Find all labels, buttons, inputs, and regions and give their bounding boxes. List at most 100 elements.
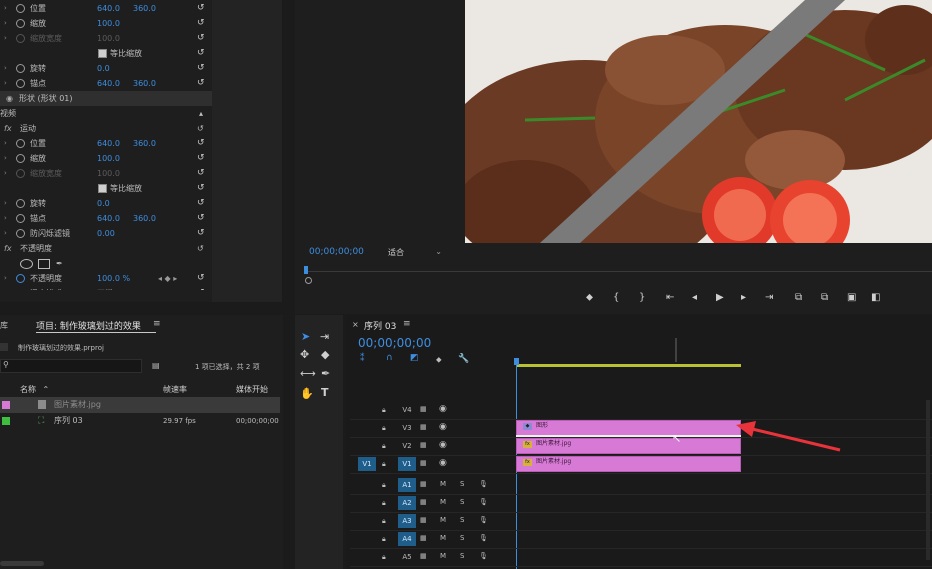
effect-property-row[interactable]: › 缩放 100.0 ↺ <box>0 151 212 166</box>
chevron-right-icon[interactable]: › <box>4 76 7 91</box>
track-name[interactable]: V4 <box>398 403 416 417</box>
sync-lock-icon[interactable]: ▦ <box>420 480 427 488</box>
property-value-2[interactable]: 360.0 <box>133 211 156 226</box>
sync-lock-icon[interactable]: ▦ <box>420 498 427 506</box>
column-name[interactable]: 名称 ⌃ <box>20 384 49 395</box>
pen-mask-icon[interactable]: ✒ <box>56 256 63 271</box>
checkbox-icon[interactable] <box>98 184 107 193</box>
project-item-image[interactable]: 图片素材.jpg <box>0 397 280 413</box>
mute-button[interactable]: M <box>440 552 446 560</box>
mute-button[interactable]: M <box>440 516 446 524</box>
chevron-right-icon[interactable]: › <box>4 16 7 31</box>
step-forward-icon[interactable]: ▸ <box>741 292 746 303</box>
close-icon[interactable]: × <box>352 320 359 329</box>
chevron-up-icon[interactable]: ▴ <box>199 106 203 121</box>
reset-icon[interactable]: ↺ <box>197 181 205 196</box>
lock-icon[interactable]: 🔒︎ <box>382 535 386 544</box>
track-a4[interactable]: 🔒︎ A4 ▦ M S 🎙︎ <box>350 531 932 549</box>
property-value-2[interactable]: 360.0 <box>133 1 156 16</box>
linked-selection-icon[interactable]: ◩ <box>410 353 419 363</box>
clip-image-v1[interactable]: fx 图片素材.jpg <box>516 456 741 472</box>
stopwatch-icon[interactable] <box>16 19 25 28</box>
chevron-right-icon[interactable]: › <box>4 166 7 181</box>
fx-icon[interactable]: fx <box>4 121 12 136</box>
track-name[interactable]: A3 <box>398 514 416 528</box>
shape-layer-row[interactable]: ◉ 形状 (形状 01) <box>0 91 212 106</box>
tab-sequence[interactable]: 序列 03 <box>364 319 396 332</box>
program-time-ruler[interactable] <box>305 271 932 272</box>
stopwatch-icon[interactable] <box>16 274 25 283</box>
motion-effect-row[interactable]: fx 运动 ↺ <box>0 121 212 136</box>
ellipse-mask-icon[interactable] <box>20 259 33 269</box>
stopwatch-icon[interactable] <box>16 169 25 178</box>
mute-button[interactable]: M <box>440 498 446 506</box>
column-media-start[interactable]: 媒体开始 <box>236 384 268 395</box>
track-name[interactable]: A5 <box>398 550 416 564</box>
reset-icon[interactable]: ↺ <box>197 76 205 91</box>
stopwatch-icon[interactable] <box>16 4 25 13</box>
chevron-right-icon[interactable]: › <box>4 271 7 286</box>
rectangle-mask-icon[interactable] <box>38 259 50 269</box>
effect-property-row[interactable]: › 位置 640.0 360.0 ↺ <box>0 136 212 151</box>
effect-property-row[interactable]: › 锚点 640.0 360.0 ↺ <box>0 76 212 91</box>
timeline-vscroll[interactable] <box>926 400 930 560</box>
track-name[interactable]: A4 <box>398 532 416 546</box>
go-to-in-icon[interactable]: ⇤ <box>666 292 674 303</box>
property-value-1[interactable]: 100.0 <box>97 16 120 31</box>
reset-icon[interactable]: ↺ <box>197 151 205 166</box>
play-icon[interactable]: ▶ <box>716 292 724 303</box>
effect-property-row[interactable]: › 缩放 100.0 ↺ <box>0 16 212 31</box>
solo-button[interactable]: S <box>460 498 464 506</box>
property-value-1[interactable]: 100.0 <box>97 151 120 166</box>
reset-icon[interactable]: ↺ <box>197 61 205 76</box>
microphone-icon[interactable]: 🎙︎ <box>479 498 488 506</box>
solo-button[interactable]: S <box>460 480 464 488</box>
reset-icon[interactable]: ↺ <box>197 31 205 46</box>
property-value-1[interactable]: 100.0 <box>97 166 120 181</box>
add-marker-icon[interactable]: ⬥ <box>436 355 442 365</box>
lock-icon[interactable]: 🔒︎ <box>382 481 386 490</box>
mute-button[interactable]: M <box>440 534 446 542</box>
reset-icon[interactable]: ↺ <box>197 136 205 151</box>
track-a2[interactable]: 🔒︎ A2 ▦ M S 🎙︎ <box>350 495 932 513</box>
hand-tool-icon[interactable]: ✋ <box>300 387 314 400</box>
eye-icon[interactable]: ◉ <box>439 440 447 450</box>
reset-icon[interactable]: ↺ <box>197 16 205 31</box>
column-fps[interactable]: 帧速率 <box>163 384 187 395</box>
track-name[interactable]: V2 <box>398 439 416 453</box>
effect-property-row[interactable]: › 旋转 0.0 ↺ <box>0 61 212 76</box>
microphone-icon[interactable]: 🎙︎ <box>479 480 488 488</box>
chevron-right-icon[interactable]: › <box>4 136 7 151</box>
chevron-right-icon[interactable]: › <box>4 61 7 76</box>
go-to-out-icon[interactable]: ⇥ <box>765 292 773 303</box>
sync-lock-icon[interactable]: ▦ <box>420 459 427 467</box>
reset-icon[interactable]: ↺ <box>197 196 205 211</box>
property-value-1[interactable]: 0.0 <box>97 196 110 211</box>
uniform-scale-checkbox[interactable]: 等比缩放 <box>98 46 142 61</box>
eye-icon[interactable]: ◉ <box>439 458 447 468</box>
microphone-icon[interactable]: 🎙︎ <box>479 552 488 560</box>
checkbox-icon[interactable] <box>98 49 107 58</box>
work-area-bar[interactable] <box>516 364 741 367</box>
effect-property-row[interactable]: › 缩放宽度 100.0 ↺ <box>0 166 212 181</box>
property-value-1[interactable]: 640.0 <box>97 1 120 16</box>
effect-property-row[interactable]: › 旋转 0.0 ↺ <box>0 196 212 211</box>
slip-tool-icon[interactable]: ⟷ <box>300 367 316 380</box>
chevron-right-icon[interactable]: › <box>4 31 7 46</box>
wrench-icon[interactable]: 🔧 <box>458 354 469 364</box>
pen-tool-icon[interactable]: ✒ <box>321 367 330 380</box>
marker-icon[interactable]: ⬥ <box>586 292 593 303</box>
track-select-tool-icon[interactable]: ⇥ <box>320 330 329 343</box>
lift-icon[interactable]: ⧉ <box>795 292 802 303</box>
solo-button[interactable]: S <box>460 516 464 524</box>
lock-icon[interactable]: 🔒︎ <box>382 424 386 433</box>
program-timecode[interactable]: 00;00;00;00 <box>309 247 364 257</box>
property-value-2[interactable]: 360.0 <box>133 136 156 151</box>
stopwatch-icon[interactable] <box>16 34 25 43</box>
clip-graphic[interactable]: ◆ 图形 <box>516 420 741 436</box>
track-name[interactable]: V3 <box>398 421 416 435</box>
search-input[interactable]: ⚲ <box>0 359 142 373</box>
lock-icon[interactable]: 🔒︎ <box>382 460 386 469</box>
lock-icon[interactable]: 🔒︎ <box>382 553 386 562</box>
mark-in-icon[interactable]: { <box>613 292 619 303</box>
